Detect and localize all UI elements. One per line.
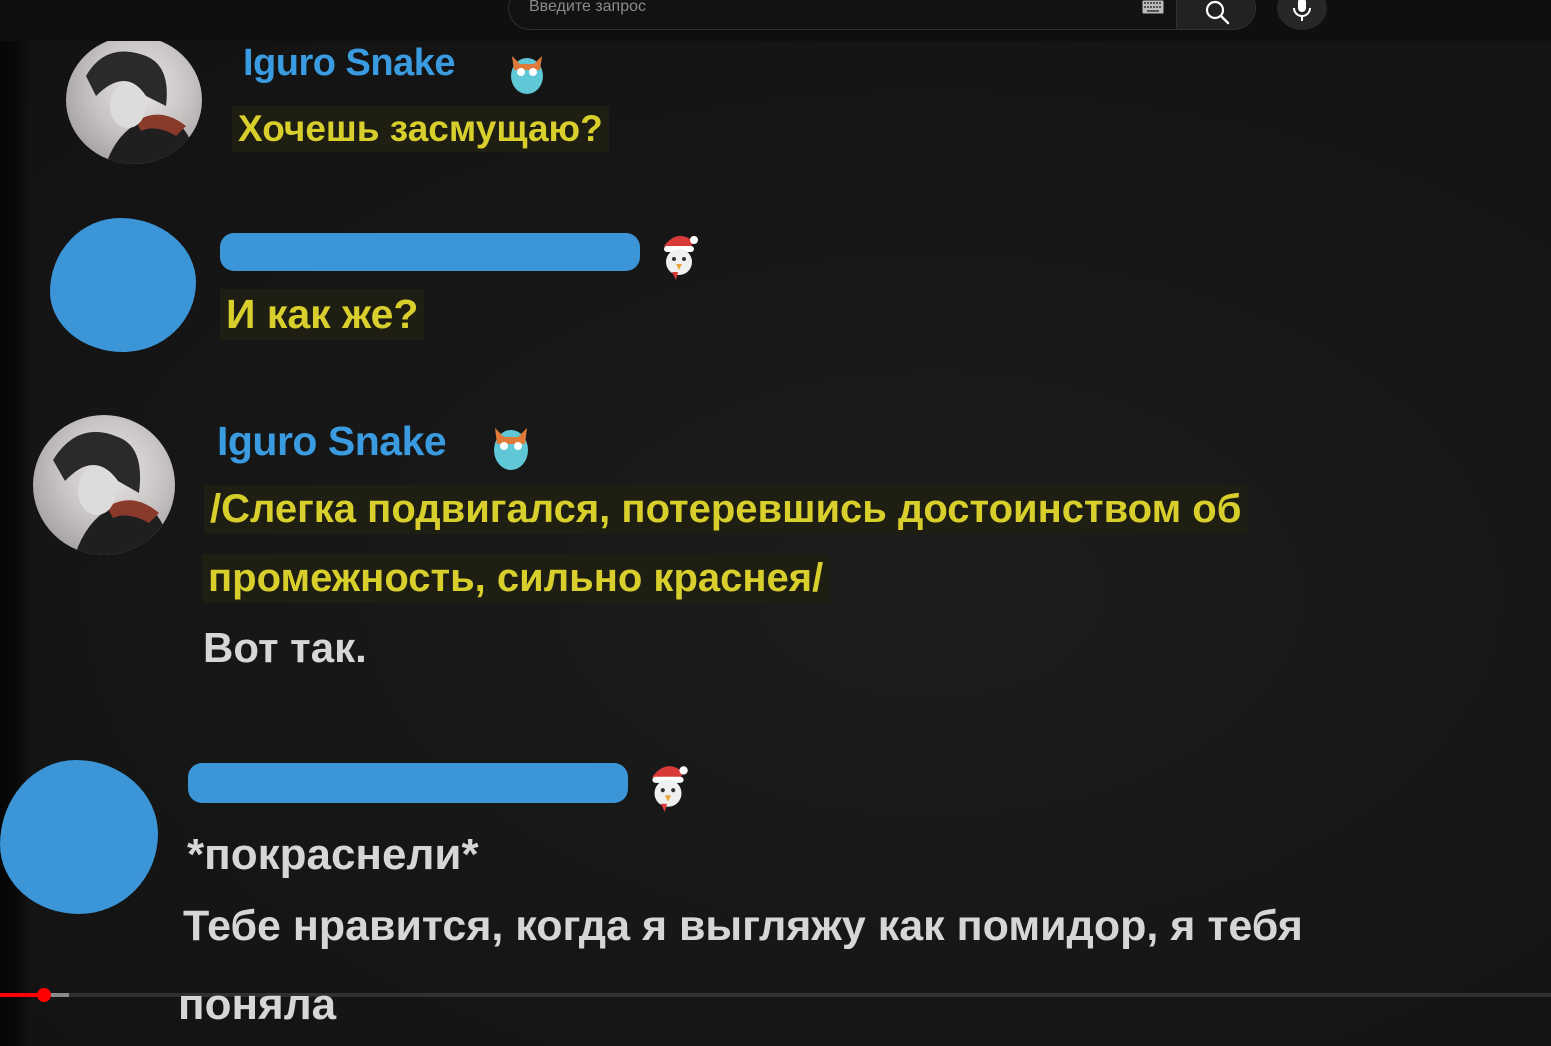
search-button[interactable]: [1176, 0, 1256, 30]
avatar-image: [53, 431, 171, 555]
search-input[interactable]: Введите запрос: [508, 0, 1176, 30]
mic-icon: [1293, 0, 1311, 21]
owl-emoji-icon: [511, 56, 543, 94]
progress-scrubber[interactable]: [37, 988, 51, 1002]
owl-emoji-icon: [494, 428, 528, 470]
message-text: Тебе нравится, когда я выгляжу как помид…: [183, 902, 1303, 950]
author-name-redacted: [188, 763, 628, 803]
avatar-redacted: [0, 760, 158, 914]
santa-emoji-icon: [652, 766, 688, 812]
avatar: [66, 36, 202, 164]
search-icon: [1205, 0, 1230, 25]
search-placeholder: Введите запрос: [529, 0, 646, 15]
author-name: Iguro Snake: [217, 418, 447, 464]
message-text: промежность, сильно краснея/: [202, 554, 830, 603]
avatar-redacted: [50, 218, 196, 352]
message-text: поняла: [178, 980, 337, 1029]
message-text: /Слегка подвигался, потеревшись достоинс…: [204, 485, 1248, 534]
author-name: Iguro Snake: [243, 42, 456, 84]
avatar-image: [86, 51, 196, 164]
author-name-redacted: [220, 233, 640, 271]
message-text: Хочешь засмущаю?: [232, 106, 609, 152]
message-text: Вот так.: [203, 624, 367, 671]
message-text: И как же?: [220, 289, 425, 340]
top-bar: Введите запрос: [0, 0, 1551, 41]
video-frame[interactable]: [0, 41, 1551, 1046]
voice-search-button[interactable]: [1277, 0, 1327, 30]
progress-bar[interactable]: [0, 993, 1551, 997]
message-text: *покраснели*: [187, 830, 479, 879]
santa-emoji-icon: [664, 235, 698, 280]
keyboard-icon[interactable]: [1142, 0, 1164, 14]
avatar: [33, 415, 175, 555]
